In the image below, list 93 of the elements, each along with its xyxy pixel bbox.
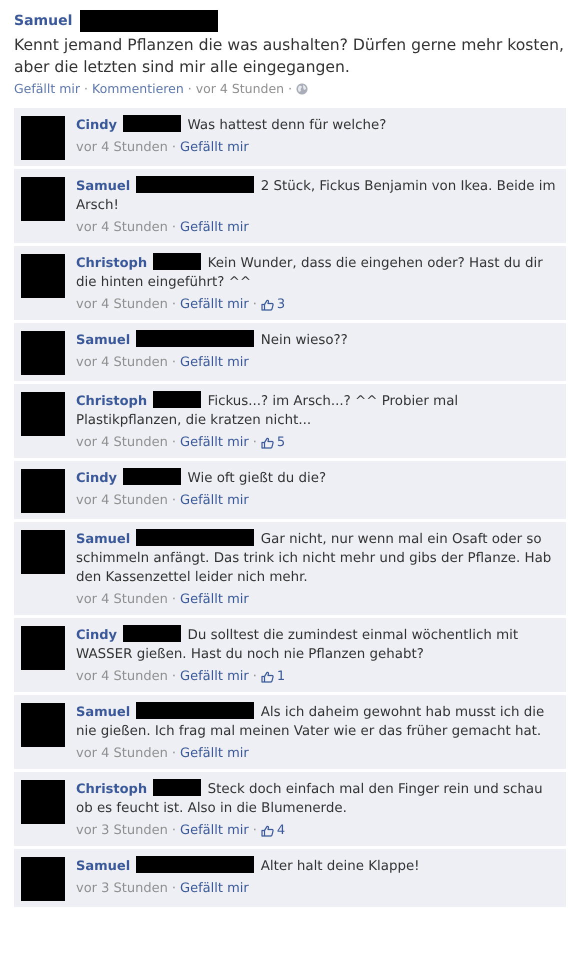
post-time: vor 4 Stunden [196, 81, 284, 96]
separator-dot: · [84, 81, 88, 96]
like-link[interactable]: Gefällt mir [180, 821, 249, 840]
separator-dot: · [172, 434, 176, 452]
comment-text: Christoph Steck doch einfach mal den Finger rein und schau ob es feucht ist. Also in die Blumenerde. [76, 779, 558, 818]
like-link[interactable]: Gefällt mir [180, 667, 249, 686]
separator-dot: · [252, 296, 257, 314]
avatar [21, 331, 65, 375]
author-link[interactable]: Cindy [76, 471, 118, 486]
redaction-bar [153, 253, 202, 270]
avatar [21, 254, 65, 298]
avatar [21, 469, 65, 513]
separator-dot: · [172, 745, 176, 763]
separator-dot: · [172, 219, 176, 237]
thumbs-up-icon [260, 824, 274, 836]
like-link[interactable]: Gefällt mir [180, 295, 249, 314]
like-link[interactable]: Gefällt mir [180, 744, 249, 763]
redaction-bar [123, 468, 182, 485]
like-count[interactable]: 5 [260, 433, 286, 452]
thumbs-up-icon [260, 298, 274, 310]
comment-text: Samuel Gar nicht, nur wenn mal ein Osaft oder so schimmeln anfängt. Das trink ich nicht mehr und gibs der Pflanze. Hab den Kassenzettel leider nich mehr. [76, 529, 558, 587]
separator-dot: · [172, 591, 176, 609]
avatar [21, 116, 65, 160]
author-link[interactable]: Samuel [76, 859, 130, 874]
comment-text: Samuel 2 Stück, Fickus Benjamin von Ikea. Beide im Arsch! [76, 176, 558, 215]
avatar [21, 780, 65, 824]
author-link[interactable]: Cindy [76, 628, 118, 643]
redaction-bar [153, 779, 202, 796]
comment-time: vor 4 Stunden [76, 354, 168, 372]
like-link[interactable]: Gefällt mir [180, 353, 249, 372]
comment-text: Samuel Als ich daheim gewohnt hab musst ich die nie gießen. Ich frag mal meinen Vater wie er das früher gemacht hat. [76, 702, 558, 741]
author-link[interactable]: Samuel [76, 333, 130, 348]
globe-icon [296, 82, 308, 94]
comment-text: Cindy Was hattest denn für welche? [76, 115, 558, 135]
redaction-bar [153, 391, 202, 408]
like-link[interactable]: Gefällt mir [180, 590, 249, 609]
comment-time: vor 3 Stunden [76, 880, 168, 898]
author-link[interactable]: Samuel [14, 13, 72, 29]
like-link[interactable]: Gefällt mir [180, 433, 249, 452]
separator-dot: · [172, 822, 176, 840]
comment-link[interactable]: Kommentieren [92, 81, 184, 96]
avatar [21, 177, 65, 221]
comment-time: vor 4 Stunden [76, 434, 168, 452]
author-link[interactable]: Christoph [76, 394, 148, 409]
comment-time: vor 4 Stunden [76, 745, 168, 763]
separator-dot: · [188, 81, 192, 96]
comment-time: vor 3 Stunden [76, 822, 168, 840]
separator-dot: · [172, 492, 176, 510]
comment-text: Cindy Wie oft gießt du die? [76, 468, 558, 488]
comment-time: vor 4 Stunden [76, 219, 168, 237]
comment-time: vor 4 Stunden [76, 591, 168, 609]
like-link[interactable]: Gefällt mir [14, 81, 80, 96]
comment-text: Christoph Fickus...? im Arsch...? ^^ Probier mal Plastikpflanzen, die kratzen nicht... [76, 391, 558, 430]
like-count[interactable]: 4 [260, 821, 286, 840]
comment-text: Samuel Nein wieso?? [76, 330, 558, 350]
author-link[interactable]: Cindy [76, 118, 118, 133]
comment-time: vor 4 Stunden [76, 139, 168, 157]
separator-dot: · [252, 434, 257, 452]
separator-dot: · [252, 668, 257, 686]
comment-time: vor 4 Stunden [76, 296, 168, 314]
separator-dot: · [172, 296, 176, 314]
separator-dot: · [252, 822, 257, 840]
comment-time: vor 4 Stunden [76, 668, 168, 686]
like-count[interactable]: 3 [260, 295, 286, 314]
avatar [21, 703, 65, 747]
avatar [21, 530, 65, 574]
redaction-bar [123, 625, 182, 642]
author-link[interactable]: Samuel [76, 179, 130, 194]
separator-dot: · [172, 668, 176, 686]
post-text: Kennt jemand Pflanzen die was aushalten? Dürfen gerne mehr kosten, aber die letzten sind mir alle eingegangen. [14, 35, 565, 78]
redaction-bar [123, 115, 182, 132]
like-link[interactable]: Gefällt mir [180, 491, 249, 510]
thumbs-up-icon [260, 436, 274, 448]
comment-text: Samuel Alter halt deine Klappe! [76, 856, 558, 876]
author-link[interactable]: Christoph [76, 782, 148, 797]
author-link[interactable]: Samuel [76, 705, 130, 720]
avatar [21, 392, 65, 436]
like-link[interactable]: Gefällt mir [180, 879, 249, 898]
author-link[interactable]: Christoph [76, 256, 148, 271]
avatar [21, 626, 65, 670]
like-link[interactable]: Gefällt mir [180, 138, 249, 157]
like-count[interactable]: 1 [260, 667, 286, 686]
thumbs-up-icon [260, 670, 274, 682]
separator-dot: · [172, 139, 176, 157]
comment-text: Christoph Kein Wunder, dass die eingehen oder? Hast du dir die hinten eingeführt? ^^ [76, 253, 558, 292]
avatar [21, 857, 65, 901]
comment-text: Cindy Du solltest die zumindest einmal wöchentlich mit WASSER gießen. Hast du noch nie Pflanzen gehabt? [76, 625, 558, 664]
like-link[interactable]: Gefällt mir [180, 218, 249, 237]
separator-dot: · [172, 880, 176, 898]
comment-time: vor 4 Stunden [76, 492, 168, 510]
separator-dot: · [172, 354, 176, 372]
author-link[interactable]: Samuel [76, 532, 130, 547]
separator-dot: · [288, 81, 292, 96]
